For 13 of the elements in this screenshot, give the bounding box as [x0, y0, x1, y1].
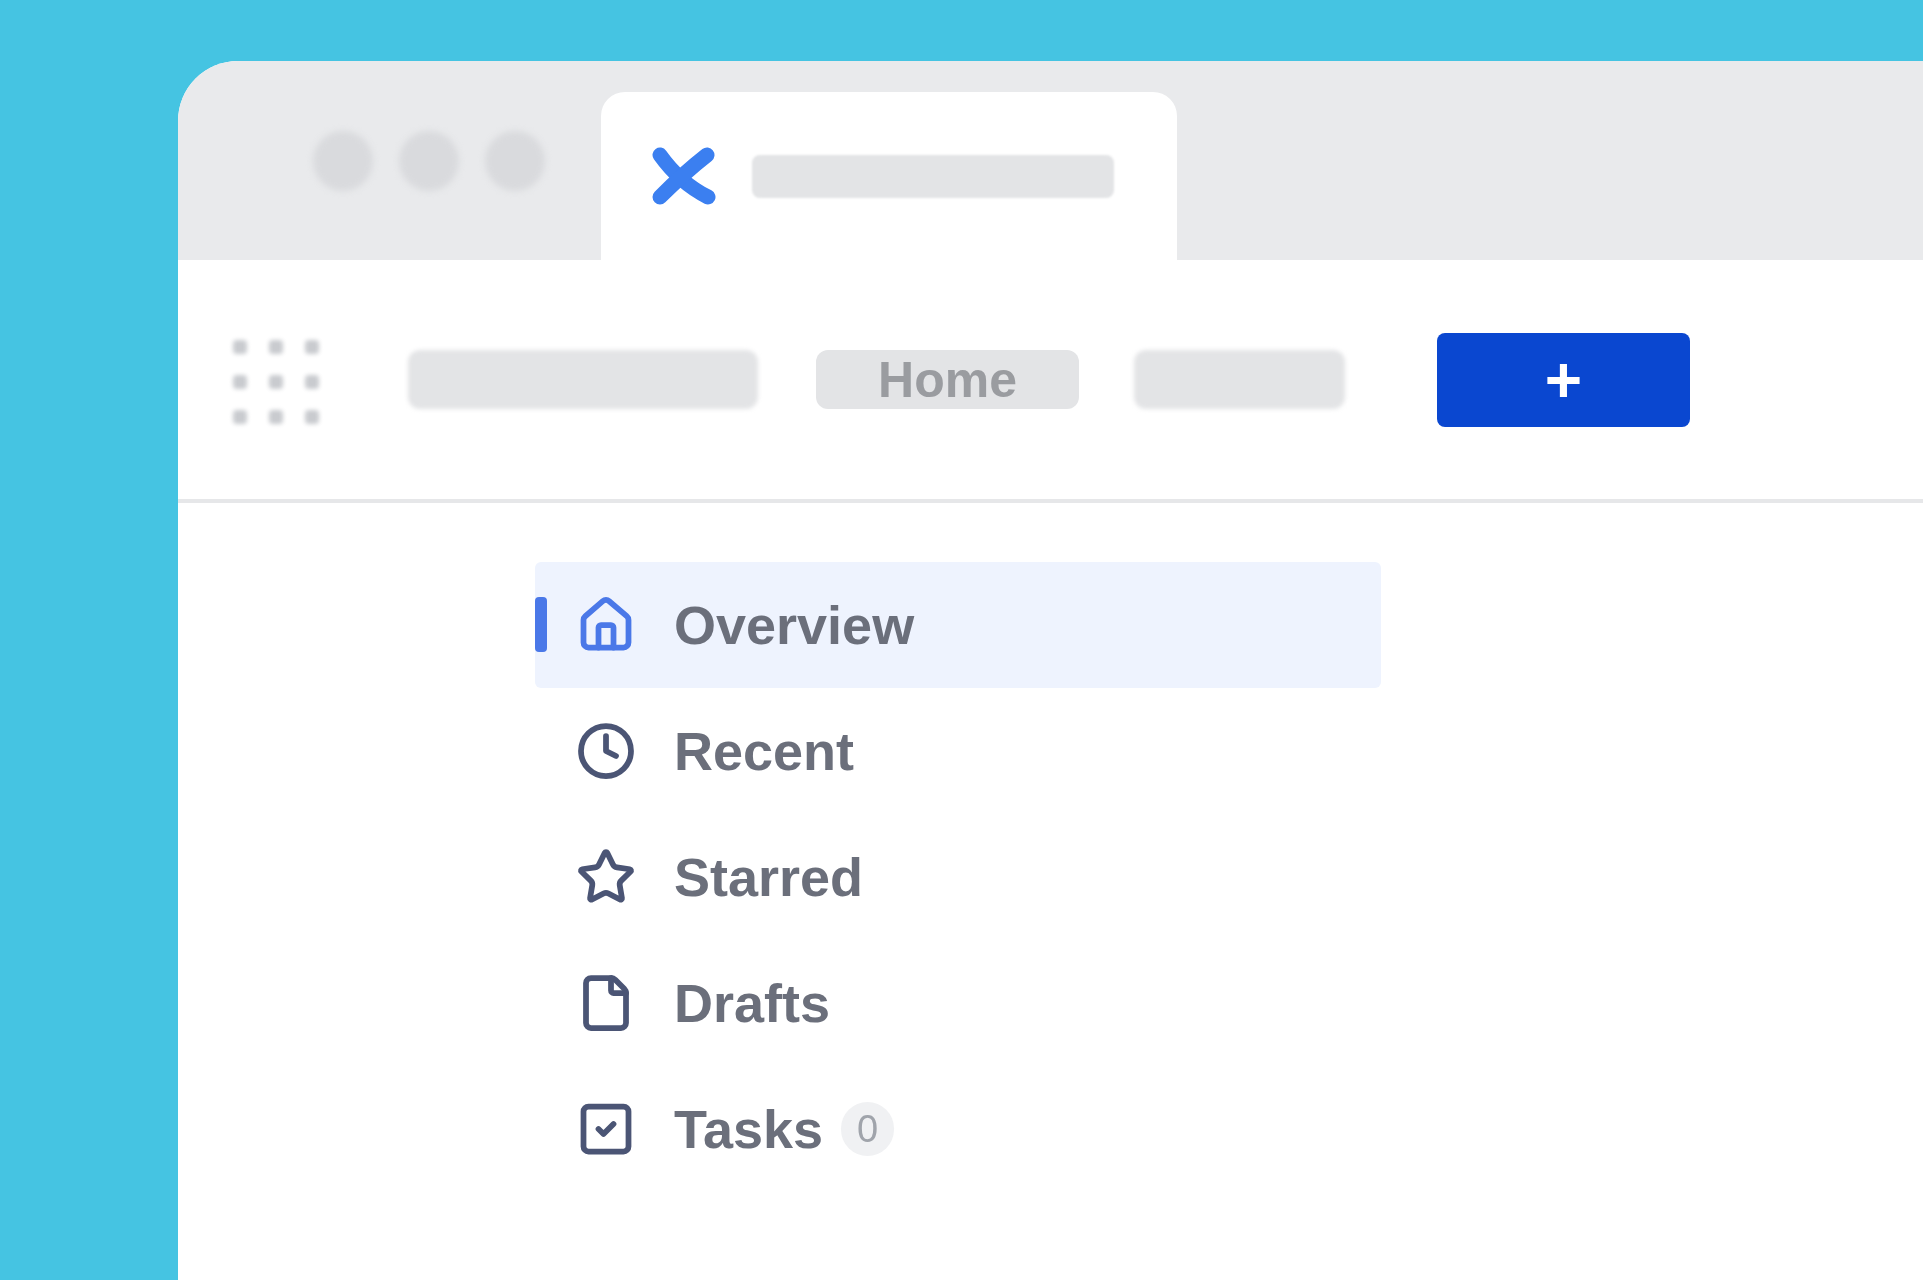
create-button[interactable]: + [1437, 332, 1690, 427]
nav-label: Drafts [674, 976, 831, 1030]
browser-tab[interactable] [601, 92, 1177, 260]
nav-label: Recent [674, 724, 855, 778]
nav-label: Tasks [674, 1102, 824, 1156]
nav-item[interactable]: Overview [535, 562, 1381, 688]
placeholder-bar[interactable] [408, 350, 758, 409]
nav-label: Overview [674, 598, 915, 652]
selection-indicator [535, 597, 547, 652]
count-badge: 0 [841, 1102, 895, 1156]
nav-icon [576, 721, 636, 781]
placeholder-bar[interactable] [1134, 350, 1345, 409]
nav-label: Starred [674, 850, 864, 904]
